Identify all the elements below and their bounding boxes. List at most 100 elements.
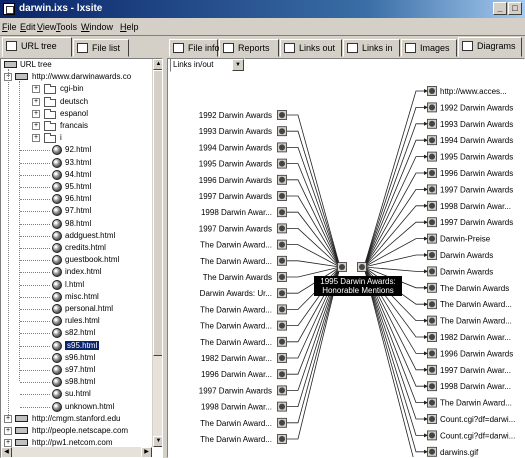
scroll-down-icon[interactable]: ▼ (153, 436, 162, 447)
incoming-page-icon (279, 160, 285, 167)
dropdown-arrow-icon[interactable]: ▼ (232, 59, 244, 71)
links-out-icon (284, 43, 295, 53)
incoming-page-label: 1994 Darwin Awards (199, 143, 272, 152)
window-title: darwin.ixs - lxsite (19, 3, 103, 14)
tab-label: Images (420, 43, 450, 53)
tree-file-item[interactable]: personal.html (65, 303, 113, 315)
html-file-icon (52, 230, 62, 241)
tree-file-item[interactable]: unknown.html (65, 401, 114, 413)
tree-file-item[interactable]: s96.html (65, 352, 95, 364)
expand-icon[interactable]: + (4, 427, 12, 435)
tree-branch (20, 345, 50, 347)
tree-file-item[interactable]: s98.html (65, 376, 95, 388)
tab-links-in[interactable]: Links in (343, 39, 400, 57)
incoming-page-label: The Darwin Award... (200, 305, 272, 314)
outgoing-page-label: 1992 Darwin Awards (440, 103, 513, 112)
menu-window[interactable]: Window (81, 22, 113, 32)
tree-file-item[interactable]: credits.html (65, 242, 106, 254)
incoming-page-icon (279, 274, 285, 280)
html-file-icon (52, 169, 62, 180)
tab-file-list[interactable]: File list (73, 39, 129, 57)
tree-file-item[interactable]: su.html (65, 388, 91, 400)
tab-file-info[interactable]: File info (169, 39, 220, 57)
tree-file-item[interactable]: 94.html (65, 169, 91, 181)
tree-file-item[interactable]: s95.html (65, 340, 100, 352)
tree-file-label: credits.html (65, 243, 106, 252)
folder-icon (44, 133, 56, 144)
tree-file-item[interactable]: s97.html (65, 364, 95, 376)
expand-icon[interactable]: + (32, 97, 40, 106)
outgoing-page-icon (429, 153, 435, 160)
tree-site-item[interactable]: http://cmgm.stanford.edu (32, 413, 121, 425)
url-tree: URL tree − http://www.darwinawards.co + cgi-… (1, 59, 151, 448)
site-icon (15, 73, 28, 81)
tree-file-item[interactable]: 93.html (65, 157, 91, 169)
tab-label: Links out (299, 43, 336, 53)
tree-folder-espanol[interactable]: espanol (60, 108, 88, 120)
html-file-icon (52, 182, 62, 192)
scroll-thumb[interactable] (153, 70, 162, 356)
menu-file[interactable]: File (2, 22, 17, 32)
tree-file-item[interactable]: misc.html (65, 291, 99, 303)
scroll-left-icon[interactable]: ◀ (1, 447, 12, 457)
tab-url-tree[interactable]: URL tree (2, 37, 72, 57)
tree-file-item[interactable]: 96.html (65, 193, 91, 205)
minimize-button[interactable]: _ (493, 2, 507, 15)
tree-folder-cgi-bin[interactable]: cgi-bin (60, 83, 84, 95)
tree-branch (20, 272, 50, 274)
file-list-icon (77, 43, 88, 53)
tree-folder-deutsch[interactable]: deutsch (60, 96, 88, 108)
tree-root-label[interactable]: URL tree (20, 59, 52, 71)
center-page-label: Honorable Mentions (322, 286, 394, 295)
expand-icon[interactable]: + (32, 122, 40, 130)
site-icon (15, 439, 28, 447)
tab-label: Diagrams (477, 41, 516, 51)
menu-view[interactable]: View (37, 22, 56, 32)
tree-file-item[interactable]: s82.html (65, 327, 95, 339)
tree-file-item[interactable]: guestbook.html (65, 254, 119, 266)
diagram-type-select[interactable]: Links in/out ▼ (170, 58, 245, 72)
maximize-button[interactable]: □ (508, 2, 522, 15)
tree-branch (20, 223, 50, 225)
tree-folder-i[interactable]: i (60, 132, 62, 144)
tree-site-item[interactable]: http://people.netscape.com (32, 425, 128, 437)
menu-tools[interactable]: Tools (56, 22, 77, 32)
incoming-link-line (287, 147, 341, 268)
menu-bar: File Edit View Tools Window Help (0, 19, 525, 36)
expand-icon[interactable]: + (32, 109, 40, 118)
incoming-page-label: Darwin Awards: Ur... (200, 289, 272, 298)
tree-site-label[interactable]: http://www.darwinawards.co (32, 71, 131, 83)
outgoing-page-icon (429, 334, 435, 340)
outgoing-page-icon (429, 448, 435, 455)
tree-file-item[interactable]: addguest.html (65, 230, 115, 242)
tree-file-item[interactable]: 95.html (65, 181, 91, 193)
center-page-label: 1995 Darwin Awards: (320, 277, 395, 286)
tree-horizontal-scrollbar[interactable]: ◀ ▶ (1, 447, 152, 457)
tab-images[interactable]: Images (401, 39, 457, 57)
tab-reports[interactable]: Reports (219, 39, 279, 57)
expand-icon[interactable]: + (32, 134, 40, 143)
incoming-page-icon (279, 144, 285, 151)
tab-diagrams[interactable]: Diagrams (458, 37, 522, 57)
tree-file-item[interactable]: l.html (65, 279, 84, 291)
expand-icon[interactable]: + (32, 85, 40, 94)
tree-file-item[interactable]: 98.html (65, 218, 91, 230)
tree-file-item[interactable]: 92.html (65, 144, 91, 156)
tab-links-out[interactable]: Links out (280, 39, 342, 57)
incoming-page-label: 1997 Darwin Awards (199, 224, 272, 233)
tree-vertical-scrollbar[interactable]: ▲ ▼ (152, 59, 162, 447)
scroll-right-icon[interactable]: ▶ (141, 447, 152, 457)
expand-icon[interactable]: + (4, 414, 12, 423)
menu-help[interactable]: Help (120, 22, 139, 32)
tree-folder-francais[interactable]: francais (60, 120, 88, 132)
title-bar[interactable]: darwin.ixs - lxsite _ □ (0, 0, 525, 18)
incoming-page-label: 1996 Darwin Awards (199, 176, 272, 185)
tree-branch (20, 309, 50, 310)
tree-file-item[interactable]: index.html (65, 266, 101, 278)
scroll-up-icon[interactable]: ▲ (153, 59, 162, 70)
tree-file-item[interactable]: rules.html (65, 315, 100, 327)
tree-file-item[interactable]: 97.html (65, 205, 91, 217)
expand-icon[interactable]: + (4, 439, 12, 448)
incoming-page-icon (279, 225, 285, 232)
menu-edit[interactable]: Edit (20, 22, 36, 32)
